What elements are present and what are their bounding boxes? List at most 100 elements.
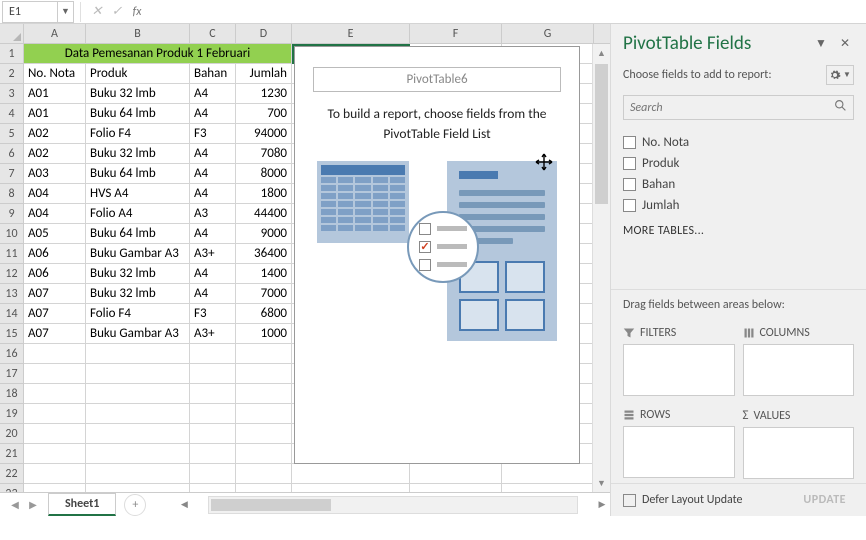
cell[interactable]: Buku 32 lmb [86,144,190,164]
cell[interactable] [236,404,292,424]
rows-area[interactable]: ROWS [623,404,735,479]
row-header[interactable]: 15 [0,324,24,344]
row-header[interactable]: 9 [0,204,24,224]
cell[interactable]: A04 [24,184,86,204]
row-header[interactable]: 6 [0,144,24,164]
cell[interactable] [410,484,502,492]
pivottable-placeholder[interactable]: PivotTable6 To build a report, choose fi… [294,46,580,464]
sheet-tab-sheet1[interactable]: Sheet1 [48,493,116,516]
cell[interactable]: 7000 [236,284,292,304]
cell[interactable]: A4 [190,184,236,204]
row-header[interactable]: 14 [0,304,24,324]
pane-close-icon[interactable]: ✕ [836,36,854,52]
cell[interactable]: HVS A4 [86,184,190,204]
cell[interactable]: Buku 64 lmb [86,224,190,244]
row-header[interactable]: 10 [0,224,24,244]
cell[interactable]: A4 [190,284,236,304]
row-header[interactable]: 5 [0,124,24,144]
scroll-left-icon[interactable]: ◀ [176,499,192,510]
row-header[interactable]: 22 [0,464,24,484]
cell[interactable]: 9000 [236,224,292,244]
cell[interactable]: Produk [86,64,190,84]
cell[interactable]: 1800 [236,184,292,204]
cell[interactable] [86,424,190,444]
cell[interactable]: A07 [24,284,86,304]
cell[interactable]: A02 [24,124,86,144]
cell[interactable]: Buku Gambar A3 [86,324,190,344]
field-checkbox[interactable] [623,199,636,212]
cell[interactable]: F3 [190,304,236,324]
add-sheet-button[interactable]: + [124,494,146,516]
col-header-B[interactable]: B [86,24,190,43]
field-checkbox[interactable] [623,157,636,170]
cell[interactable] [190,364,236,384]
col-header-A[interactable]: A [24,24,86,43]
field-item[interactable]: Produk [623,153,854,174]
cell[interactable] [24,384,86,404]
row-header[interactable]: 1 [0,44,24,64]
cell[interactable] [190,424,236,444]
cell[interactable]: Folio F4 [86,304,190,324]
cell[interactable]: Buku 32 lmb [86,84,190,104]
cell[interactable]: A01 [24,104,86,124]
cell[interactable]: A4 [190,224,236,244]
cell[interactable] [86,484,190,492]
cell[interactable]: 1230 [236,84,292,104]
values-area[interactable]: ΣVALUES [743,404,855,479]
cell[interactable]: A4 [190,144,236,164]
row-header[interactable]: 16 [0,344,24,364]
row-header[interactable]: 18 [0,384,24,404]
horizontal-scrollbar[interactable]: ◀ ▶ [176,496,610,514]
row-header[interactable]: 20 [0,424,24,444]
row-header[interactable]: 2 [0,64,24,84]
cell[interactable]: Buku Gambar A3 [86,244,190,264]
cell[interactable]: A05 [24,224,86,244]
cell[interactable] [86,464,190,484]
cell[interactable]: A06 [24,264,86,284]
title-cell[interactable]: Data Pemesanan Produk 1 Februari [24,44,292,64]
cell[interactable] [190,404,236,424]
cell[interactable]: A07 [24,324,86,344]
cell[interactable] [190,484,236,492]
cell[interactable] [190,384,236,404]
field-checkbox[interactable] [623,136,636,149]
cell[interactable]: 7080 [236,144,292,164]
cell[interactable]: 6800 [236,304,292,324]
cell[interactable]: Buku 32 lmb [86,264,190,284]
cell[interactable]: Bahan [190,64,236,84]
cell[interactable] [190,444,236,464]
tab-nav-prev[interactable]: ◀ [8,498,22,512]
spreadsheet-grid[interactable]: A B C D E F G 1Data Pemesanan Produk 1 F… [0,24,610,492]
cell[interactable] [236,344,292,364]
cell[interactable]: A3 [190,204,236,224]
cell[interactable]: 700 [236,104,292,124]
cell[interactable] [24,404,86,424]
field-search-input[interactable] [630,101,834,115]
cell[interactable]: Buku 32 lmb [86,284,190,304]
cell[interactable]: A04 [24,204,86,224]
cell[interactable] [410,464,502,484]
cell[interactable]: A4 [190,84,236,104]
cell[interactable]: No. Nota [24,64,86,84]
more-tables-link[interactable]: MORE TABLES... [611,218,866,244]
scroll-right-icon[interactable]: ▶ [594,499,610,510]
cell[interactable] [24,344,86,364]
field-item[interactable]: Bahan [623,174,854,195]
cell[interactable]: Jumlah [236,64,292,84]
cell[interactable] [24,364,86,384]
cell[interactable]: A4 [190,164,236,184]
fields-layout-button[interactable]: ▼ [826,65,854,85]
cell[interactable]: A3+ [190,244,236,264]
row-header[interactable]: 13 [0,284,24,304]
row-header[interactable]: 11 [0,244,24,264]
cell[interactable]: A3+ [190,324,236,344]
scrollbar-thumb[interactable] [595,64,608,204]
accept-formula-icon[interactable]: ✓ [107,2,127,22]
filters-area[interactable]: FILTERS [623,322,735,396]
cell[interactable]: 36400 [236,244,292,264]
cell[interactable] [24,484,86,492]
hscroll-thumb[interactable] [211,499,331,511]
cell[interactable]: Folio F4 [86,124,190,144]
row-header[interactable]: 12 [0,264,24,284]
scroll-down-icon[interactable]: ▼ [593,474,610,492]
